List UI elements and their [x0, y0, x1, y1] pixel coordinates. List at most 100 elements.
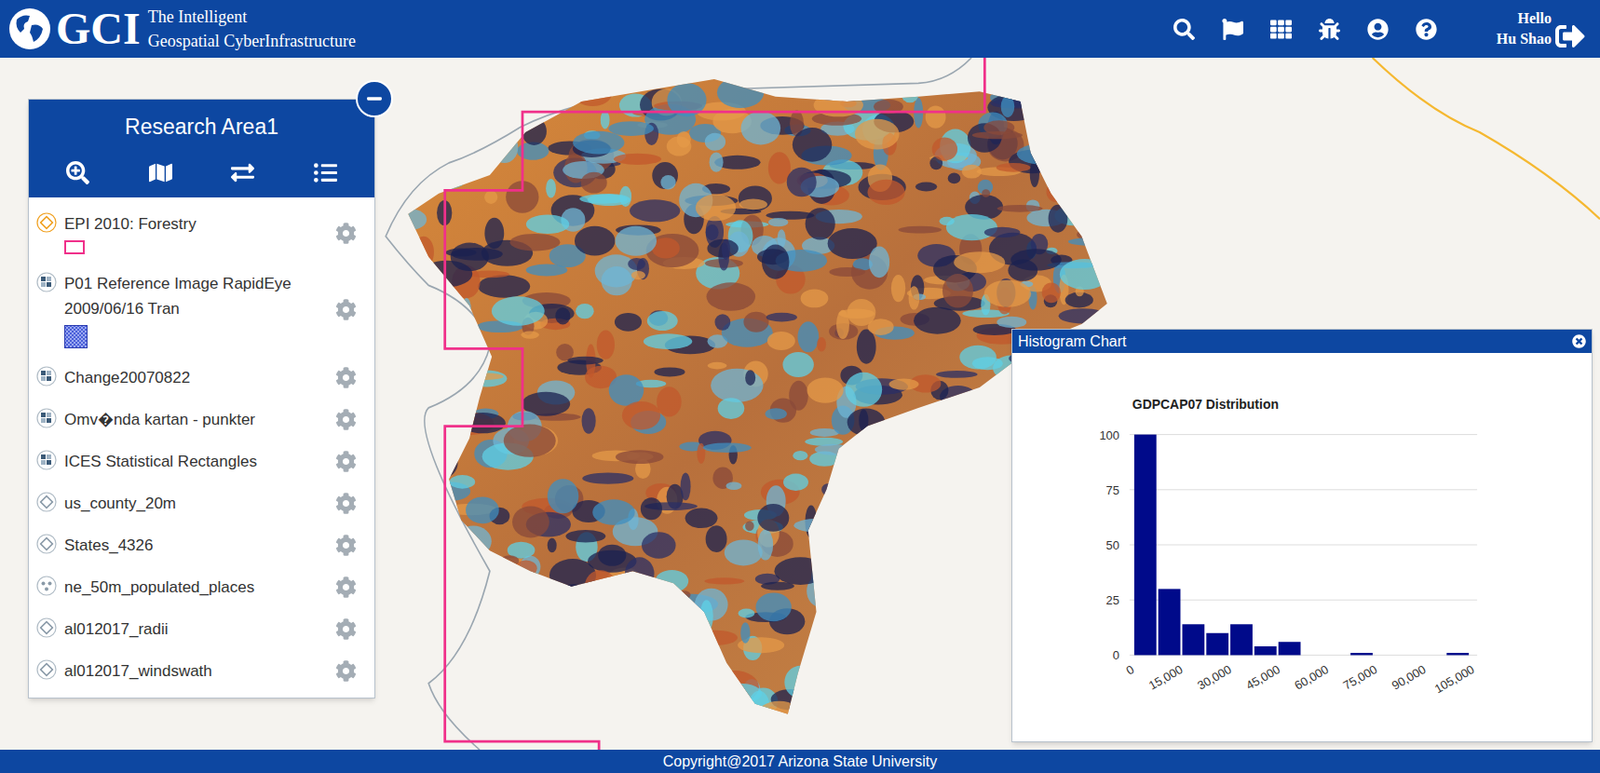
histogram-bar	[1326, 654, 1349, 656]
gear-icon[interactable]	[335, 366, 357, 389]
panel-header: Research Area1	[28, 99, 375, 198]
svg-text:60,000: 60,000	[1291, 662, 1331, 693]
layer-item[interactable]: P01 Reference Image RapidEye 2009/06/16 …	[28, 262, 375, 357]
panel-title: Research Area1	[124, 112, 279, 141]
layer-name: us_county_20m	[64, 490, 317, 516]
user-icon[interactable]	[1367, 18, 1389, 41]
layer-item[interactable]: ICES Statistical Rectangles	[28, 440, 375, 483]
svg-text:0: 0	[1124, 662, 1138, 678]
histogram-bar	[1230, 623, 1253, 655]
histogram-chart: GDPCAP07 Distribution 0 25 50 75 100 0 15,000 30…	[1012, 352, 1594, 742]
polygon-layer-icon	[36, 617, 57, 638]
histogram-bar	[1278, 641, 1302, 655]
histogram-bar	[1254, 646, 1277, 655]
raster-layer-icon	[36, 366, 57, 387]
tagline-line: The Intelligent	[148, 4, 356, 29]
legend-outline-swatch	[64, 240, 85, 255]
svg-text:100: 100	[1098, 428, 1120, 443]
user-info: HelloHu Shao	[1496, 8, 1552, 50]
polygon-layer-icon	[36, 491, 57, 513]
help-icon[interactable]	[1415, 18, 1438, 41]
polygon-layer-icon	[36, 533, 57, 555]
layer-name: EPI 2010: Forestry	[64, 211, 317, 237]
toolbar	[1173, 18, 1438, 41]
gear-icon[interactable]	[335, 450, 357, 473]
svg-text:50: 50	[1106, 538, 1120, 553]
svg-text:GDPCAP07 Distribution: GDPCAP07 Distribution	[1132, 396, 1279, 412]
gear-icon[interactable]	[335, 534, 357, 556]
minus-icon	[366, 90, 383, 108]
histogram-bar	[1134, 434, 1157, 656]
legend-pattern-swatch	[64, 325, 88, 349]
layer-item[interactable]: Change20070822	[28, 356, 375, 399]
bug-icon[interactable]	[1318, 18, 1341, 41]
layer-list: EPI 2010: Forestry P01 Reference Image Ra…	[28, 197, 375, 698]
layer-item[interactable]: EPI 2010: Forestry	[28, 203, 375, 263]
window-title-bar[interactable]: Histogram Chart	[1012, 329, 1592, 353]
layer-name: ICES Statistical Rectangles	[64, 448, 317, 475]
layer-name: Omv�nda kartan - punkter	[64, 406, 317, 433]
layer-item[interactable]: al012017_windswath	[28, 650, 375, 692]
logout-icon[interactable]	[1555, 21, 1586, 52]
svg-text:90,000: 90,000	[1389, 662, 1429, 693]
layer-item[interactable]: Omv�nda kartan - punkter	[28, 398, 375, 441]
histogram-bar	[1302, 654, 1326, 656]
swap-icon[interactable]	[230, 161, 255, 185]
histogram-window[interactable]: Histogram Chart GDPCAP07 Distribution 0 25 5…	[1011, 328, 1593, 743]
tagline-line: Geospatial CyberInfrastructure	[148, 28, 356, 54]
gear-icon[interactable]	[335, 660, 357, 682]
gear-icon[interactable]	[335, 618, 357, 640]
gear-icon[interactable]	[335, 492, 357, 515]
layer-panel: Research Area1 EPI 2010: Forestry P01 Refe…	[27, 98, 376, 699]
histogram-bar	[1446, 652, 1469, 655]
histogram-bar	[1206, 633, 1229, 656]
top-bar: GCIThe IntelligentGeospatial CyberInfras…	[0, 0, 1600, 58]
layer-item[interactable]: ne_50m_populated_places	[28, 566, 375, 609]
gear-icon[interactable]	[335, 408, 357, 431]
gear-icon[interactable]	[335, 298, 357, 321]
svg-text:75: 75	[1106, 483, 1120, 498]
app: GCIThe IntelligentGeospatial CyberInfras…	[0, 0, 1600, 773]
zoom-in-icon[interactable]	[66, 161, 90, 185]
close-icon[interactable]	[1572, 334, 1587, 349]
layer-item[interactable]: us_county_20m	[28, 482, 375, 525]
point-layer-icon	[36, 575, 57, 597]
svg-text:45,000: 45,000	[1243, 662, 1283, 693]
polygon-layer-icon	[36, 659, 57, 680]
collapse-button[interactable]	[355, 80, 394, 118]
apps-grid-icon[interactable]	[1270, 18, 1292, 41]
raster-layer-icon	[36, 407, 57, 429]
map-icon[interactable]	[149, 161, 173, 185]
layer-name: Change20070822	[64, 365, 317, 391]
globe-icon	[7, 6, 53, 52]
histogram-bar	[1398, 654, 1422, 656]
histogram-bar	[1374, 654, 1397, 656]
svg-text:25: 25	[1106, 593, 1120, 608]
layer-name: States_4326	[64, 532, 317, 558]
svg-text:75,000: 75,000	[1341, 662, 1381, 693]
window-title: Histogram Chart	[1017, 332, 1126, 352]
histogram-bar	[1181, 623, 1205, 655]
layer-name: al012017_radii	[64, 616, 317, 642]
layer-item[interactable]: States_4326	[28, 524, 375, 567]
polygon-layer-icon	[36, 212, 57, 233]
svg-text:30,000: 30,000	[1194, 662, 1234, 693]
layer-name: P01 Reference Image RapidEye 2009/06/16 …	[64, 271, 317, 322]
map[interactable]: Research Area1 EPI 2010: Forestry P01 Refe…	[0, 57, 1600, 750]
flag-icon[interactable]	[1221, 18, 1244, 41]
svg-text:15,000: 15,000	[1146, 662, 1186, 693]
raster-layer-icon	[36, 271, 57, 293]
list-icon[interactable]	[313, 161, 338, 185]
svg-text:0: 0	[1112, 648, 1120, 663]
histogram-bar	[1423, 654, 1446, 656]
svg-text:105,000: 105,000	[1432, 662, 1478, 696]
footer: Copyright@2017 Arizona State University	[0, 749, 1600, 773]
layer-name: al012017_windswath	[64, 658, 317, 684]
logo[interactable]: GCIThe IntelligentGeospatial CyberInfras…	[7, 4, 356, 54]
histogram-bar	[1350, 652, 1373, 655]
search-icon[interactable]	[1173, 18, 1195, 41]
layer-item[interactable]: al012017_radii	[28, 608, 375, 651]
histogram-bar	[1158, 588, 1181, 655]
gear-icon[interactable]	[335, 222, 357, 245]
gear-icon[interactable]	[335, 576, 357, 598]
